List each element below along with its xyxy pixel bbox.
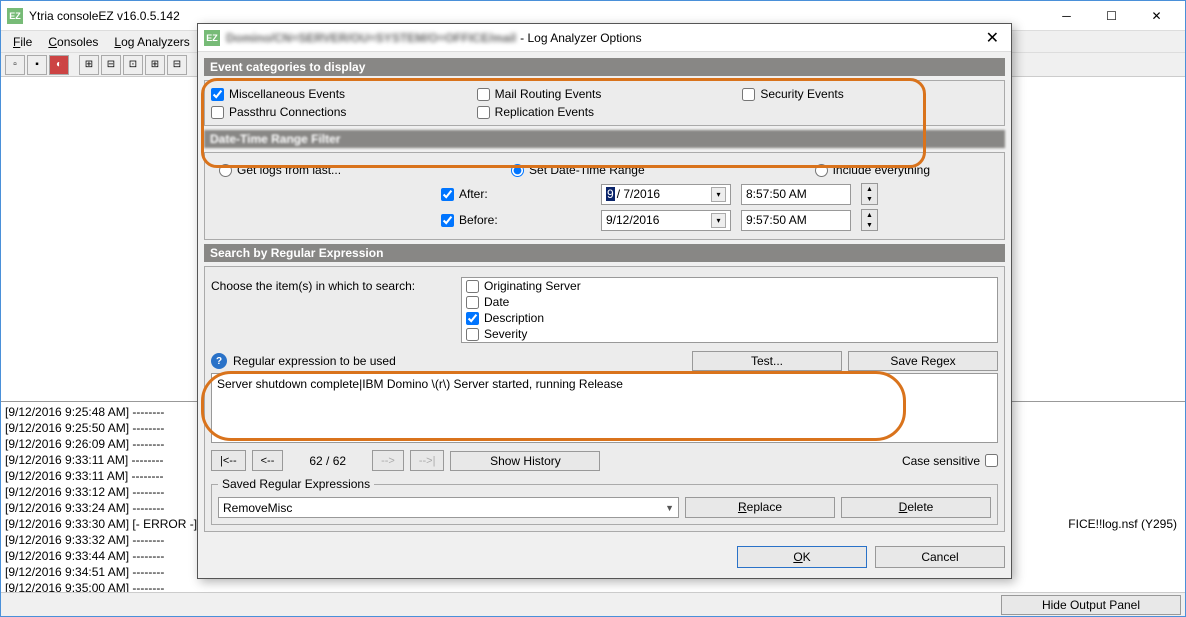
chk-replication[interactable]: Replication Events <box>477 105 733 119</box>
menu-file[interactable]: File <box>5 33 40 51</box>
dialog-icon: EZ <box>204 30 220 46</box>
search-box: Choose the item(s) in which to search: O… <box>204 266 1005 532</box>
calendar-icon[interactable]: ▾ <box>711 213 726 228</box>
after-time-input[interactable]: 8:57:50 AM <box>741 184 851 205</box>
daterange-header: Date-Time Range Filter <box>204 130 1005 148</box>
replace-button[interactable]: Replace <box>685 497 835 518</box>
hide-output-button[interactable]: Hide Output Panel <box>1001 595 1181 615</box>
log-line-right: FICE!!log.nsf (Y295) <box>1068 516 1181 532</box>
toolbar-btn-8[interactable]: ⊟ <box>167 55 187 75</box>
saved-regex-legend: Saved Regular Expressions <box>218 477 374 491</box>
nav-first-button[interactable]: |<-- <box>211 450 246 471</box>
close-button[interactable]: ✕ <box>1134 2 1179 30</box>
cancel-button[interactable]: Cancel <box>875 546 1005 568</box>
toolbar-btn-5[interactable]: ⊟ <box>101 55 121 75</box>
maximize-button[interactable]: ☐ <box>1089 2 1134 30</box>
regex-label: Regular expression to be used <box>233 354 686 368</box>
dialog-titlebar: EZ Domino/CN=SERVER/OU=SYSTEM/O=OFFICE/m… <box>198 24 1011 52</box>
search-header: Search by Regular Expression <box>204 244 1005 262</box>
regex-input[interactable] <box>211 373 998 443</box>
chk-passthru[interactable]: Passthru Connections <box>211 105 467 119</box>
dialog-title-blurred: Domino/CN=SERVER/OU=SYSTEM/O=OFFICE/mail <box>226 31 516 45</box>
minimize-button[interactable]: ─ <box>1044 2 1089 30</box>
calendar-icon[interactable]: ▾ <box>711 187 726 202</box>
dialog-footer: OK Cancel <box>198 538 1011 578</box>
menu-log-analyzers[interactable]: Log Analyzers <box>106 33 197 51</box>
log-line: [9/12/2016 9:33:30 AM] [- ERROR -] <box>5 516 197 532</box>
categories-box: Miscellaneous Events Mail Routing Events… <box>204 80 1005 126</box>
daterange-box: Get logs from last... Set Date-Time Rang… <box>204 152 1005 240</box>
toolbar-btn-2[interactable]: ▪ <box>27 55 47 75</box>
test-button[interactable]: Test... <box>692 351 842 371</box>
nav-prev-button[interactable]: <-- <box>252 450 284 471</box>
list-item: Date <box>462 294 997 310</box>
nav-last-button[interactable]: -->| <box>410 450 445 471</box>
chk-mail-routing[interactable]: Mail Routing Events <box>477 87 733 101</box>
toolbar-btn-3[interactable]: ◐ <box>49 55 69 75</box>
before-date-input[interactable]: 9/12/2016▾ <box>601 210 731 231</box>
app-title: Ytria consoleEZ v16.0.5.142 <box>29 9 1044 23</box>
saved-regex-fieldset: Saved Regular Expressions RemoveMisc▼ Re… <box>211 477 998 525</box>
show-history-button[interactable]: Show History <box>450 451 600 471</box>
chk-case-sensitive[interactable]: Case sensitive <box>902 454 998 468</box>
before-time-spinner[interactable]: ▲▼ <box>861 209 878 231</box>
menu-consoles[interactable]: Consoles <box>40 33 106 51</box>
choose-items-label: Choose the item(s) in which to search: <box>211 277 451 293</box>
toolbar-btn-7[interactable]: ⊞ <box>145 55 165 75</box>
categories-header: Event categories to display <box>204 58 1005 76</box>
saved-regex-select[interactable]: RemoveMisc▼ <box>218 497 679 518</box>
delete-button[interactable]: Delete <box>841 497 991 518</box>
list-item: Severity <box>462 326 997 342</box>
save-regex-button[interactable]: Save Regex <box>848 351 998 371</box>
ok-button[interactable]: OK <box>737 546 867 568</box>
chk-before[interactable]: Before: <box>441 213 591 227</box>
toolbar-btn-6[interactable]: ⊡ <box>123 55 143 75</box>
list-item: Description <box>462 310 997 326</box>
radio-include-all[interactable]: Include everything <box>815 163 930 177</box>
log-analyzer-options-dialog: EZ Domino/CN=SERVER/OU=SYSTEM/O=OFFICE/m… <box>197 23 1012 579</box>
toolbar-btn-1[interactable]: ▫ <box>5 55 25 75</box>
dialog-close-button[interactable]: ✕ <box>980 28 1005 48</box>
after-time-spinner[interactable]: ▲▼ <box>861 183 878 205</box>
chk-security[interactable]: Security Events <box>742 87 998 101</box>
radio-set-range[interactable]: Set Date-Time Range <box>511 163 645 177</box>
list-item: Originating Server <box>462 278 997 294</box>
before-time-input[interactable]: 9:57:50 AM <box>741 210 851 231</box>
info-icon: ? <box>211 353 227 369</box>
after-date-input[interactable]: 9/ 7/2016▾ <box>601 184 731 205</box>
radio-get-last[interactable]: Get logs from last... <box>219 163 341 177</box>
chk-after[interactable]: After: <box>441 187 591 201</box>
app-icon: EZ <box>7 8 23 24</box>
chk-misc-events[interactable]: Miscellaneous Events <box>211 87 467 101</box>
dialog-title-suffix: - Log Analyzer Options <box>520 31 641 45</box>
search-items-list[interactable]: Originating Server Date Description Seve… <box>461 277 998 343</box>
chevron-down-icon: ▼ <box>665 503 674 513</box>
log-line: [9/12/2016 9:35:00 AM] -------- <box>5 580 1181 592</box>
nav-counter: 62 / 62 <box>289 454 366 468</box>
toolbar-btn-4[interactable]: ⊞ <box>79 55 99 75</box>
nav-next-button[interactable]: --> <box>372 450 404 471</box>
